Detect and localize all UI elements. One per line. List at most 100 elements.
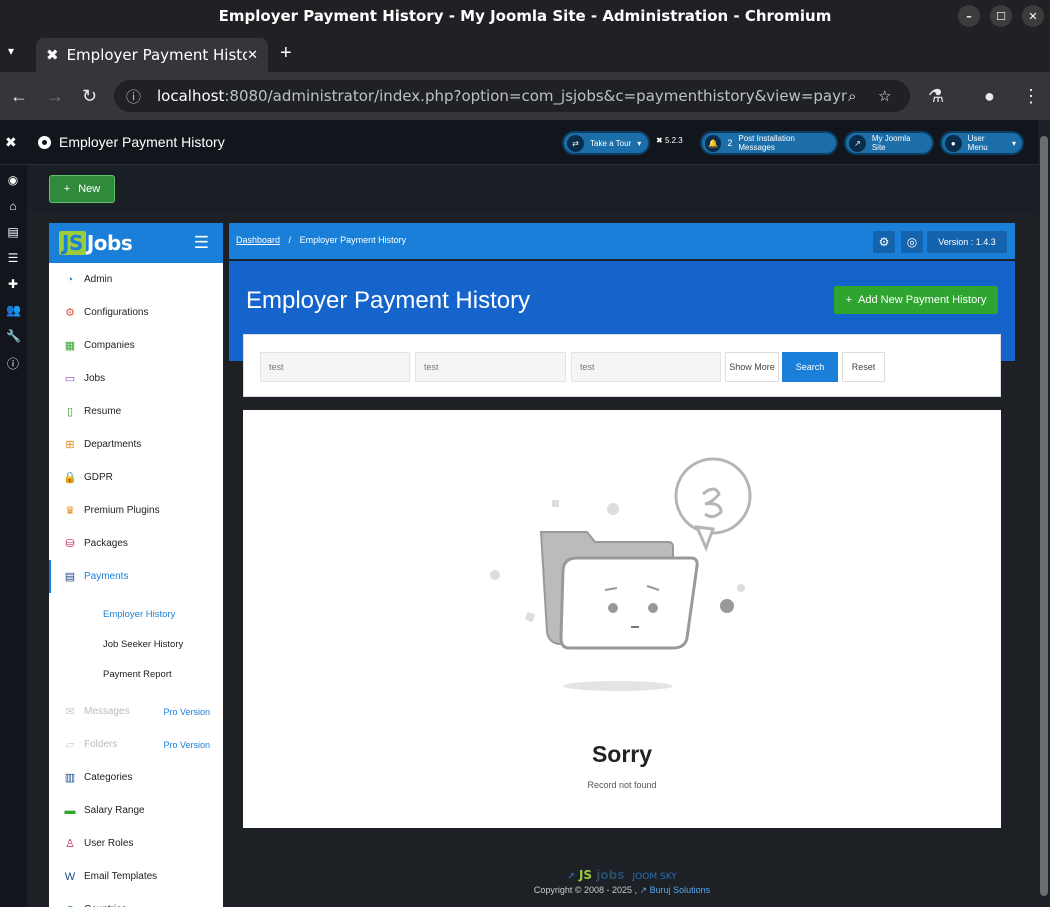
joomsky-logo[interactable]: JOOM SKY (633, 872, 677, 882)
users-icon[interactable]: 👥 (6, 303, 21, 317)
empty-state-message: Record not found (587, 780, 657, 790)
sidebar-item-label: Packages (84, 538, 128, 549)
sidebar-item-admin[interactable]: ◔ Admin (49, 263, 223, 296)
toolbar: + New (27, 165, 1038, 212)
jsjobs-logo[interactable]: JS Jobs (59, 231, 133, 255)
sidebar-item-salary-range[interactable]: ▬ Salary Range (49, 794, 223, 827)
sidebar-item-resume[interactable]: ▯ Resume (49, 395, 223, 428)
url-host: localhost (157, 87, 225, 105)
page-title: Employer Payment History (38, 134, 225, 150)
forward-icon[interactable]: → (46, 86, 64, 107)
site-info-icon[interactable]: ⓘ (126, 86, 141, 107)
sidebar-item-label: Resume (84, 406, 122, 417)
footer-logo[interactable]: ↗ JS jobs JOOM SKY (229, 868, 1015, 882)
new-button[interactable]: + New (49, 175, 115, 203)
settings-gear-icon[interactable]: ⚙ (873, 231, 895, 253)
help-lifebuoy-icon[interactable]: ◎ (901, 231, 923, 253)
maximize-button[interactable]: ☐ (990, 5, 1012, 27)
sidebar-item-messages[interactable]: ✉ Messages Pro Version (49, 695, 223, 728)
pro-version-link[interactable]: Pro Version (163, 740, 210, 750)
sidebar-item-label: Email Templates (84, 871, 158, 882)
back-icon[interactable]: ← (10, 86, 28, 107)
plus-icon: + (845, 294, 853, 306)
tab-close-icon[interactable]: ✕ (247, 48, 258, 63)
components-icon[interactable]: ✚ (6, 277, 20, 291)
url-field[interactable]: ⓘ localhost:8080/administrator/index.php… (114, 80, 910, 112)
page-scrollbar[interactable] (1038, 120, 1050, 907)
scrollbar-thumb[interactable] (1040, 136, 1048, 896)
dashboard-icon: ◔ (66, 273, 74, 286)
reload-icon[interactable]: ↻ (82, 86, 97, 107)
reset-button[interactable]: Reset (842, 352, 885, 382)
sidebar-item-label: Jobs (84, 373, 106, 384)
pro-version-link[interactable]: Pro Version (163, 707, 210, 717)
browser-menu-icon[interactable]: ⋮ (1022, 86, 1040, 107)
window-title: Employer Payment History - My Joomla Sit… (218, 7, 832, 25)
labs-flask-icon[interactable]: ⚗ (928, 86, 944, 107)
address-bar: ← → ↻ ⓘ localhost:8080/administrator/ind… (0, 72, 1050, 120)
url-path: :8080/administrator/index.php?option=com… (224, 87, 847, 105)
user-menu-button[interactable]: ● User Menu ▾ (940, 131, 1024, 155)
resume-icon: ▯ (66, 406, 74, 418)
categories-icon: ▥ (64, 772, 76, 784)
toggle-menu-icon[interactable]: ◉ (6, 173, 20, 187)
sidebar-item-payments[interactable]: ▤ Payments (49, 560, 223, 593)
take-tour-button[interactable]: ⇄ Take a Tour ▾ (562, 131, 650, 155)
empty-folder-illustration (490, 457, 752, 691)
folder-icon: ▱ (65, 739, 75, 751)
sidebar-subitem-payment-report[interactable]: Payment Report (49, 659, 223, 689)
minimize-button[interactable]: – (958, 5, 980, 27)
sidebar-item-countries[interactable]: ◍Countries (49, 893, 223, 907)
add-new-payment-history-button[interactable]: + Add New Payment History (834, 286, 998, 314)
sidebar-item-companies[interactable]: ▦ Companies (49, 329, 223, 362)
sidebar-item-departments[interactable]: ⊞ Departments (49, 428, 223, 461)
zoom-icon[interactable]: ⌕ (848, 87, 856, 105)
system-wrench-icon[interactable]: 🔧 (6, 329, 21, 343)
building-icon: ▦ (64, 340, 76, 352)
hamburger-menu-icon[interactable]: ☰ (194, 233, 209, 253)
show-more-button[interactable]: Show More (725, 352, 779, 382)
sidebar-item-gdpr[interactable]: 🔒 GDPR (49, 461, 223, 494)
sidebar-item-folders[interactable]: ▱ Folders Pro Version (49, 728, 223, 761)
user-roles-icon: ♙ (65, 838, 75, 850)
home-icon[interactable]: ⌂ (6, 199, 20, 213)
sidebar-item-user-roles[interactable]: ♙ User Roles (49, 827, 223, 860)
sidebar-item-categories[interactable]: ▥ Categories (49, 761, 223, 794)
profile-icon[interactable]: ● (984, 86, 995, 107)
footer: ↗ JS jobs JOOM SKY Copyright © 2008 - 20… (229, 868, 1015, 896)
help-info-icon[interactable]: ⓘ (6, 355, 20, 372)
filter-input-3[interactable]: test (571, 352, 721, 382)
filter-input-2[interactable]: test (415, 352, 566, 382)
sidebar-item-label: GDPR (84, 472, 113, 483)
close-window-button[interactable]: ✕ (1022, 5, 1044, 27)
tab-bar: ▾ ✖ Employer Payment History - My Joomla… (0, 32, 1050, 72)
content-icon[interactable]: ▤ (6, 225, 20, 239)
post-installation-messages-button[interactable]: 🔔 2 Post Installation Messages (700, 131, 838, 155)
breadcrumb-dashboard-link[interactable]: Dashboard (236, 235, 280, 245)
menus-icon[interactable]: ☰ (6, 251, 20, 265)
browser-tab[interactable]: ✖ Employer Payment History - My Joomla S… (36, 38, 268, 72)
buruj-solutions-link[interactable]: ↗ Buruj Solutions (640, 885, 711, 895)
sidebar-item-jobs[interactable]: ▭ Jobs (49, 362, 223, 395)
mail-icon: ✉ (65, 706, 75, 718)
new-tab-icon[interactable]: + (280, 42, 292, 65)
sidebar-subitem-job-seeker-history[interactable]: Job Seeker History (49, 629, 223, 659)
page-title-icon (38, 135, 51, 149)
my-joomla-site-button[interactable]: ↗ My Joomla Site (844, 131, 934, 155)
sidebar-item-configurations[interactable]: ⚙ Configurations (49, 296, 223, 329)
bookmark-star-icon[interactable]: ☆ (878, 87, 891, 105)
filter-input-1[interactable]: test (260, 352, 410, 382)
briefcase-icon: ▭ (64, 373, 76, 385)
sidebar-item-email-templates[interactable]: W Email Templates (49, 860, 223, 893)
payments-icon: ▤ (64, 571, 76, 583)
sidebar-subitem-employer-history[interactable]: Employer History (49, 599, 223, 629)
sidebar-item-packages[interactable]: ⛁ Packages (49, 527, 223, 560)
sidebar-item-label: Salary Range (84, 805, 145, 816)
joomla-logo-icon[interactable]: ✖ (5, 134, 17, 151)
tab-search-chevron-icon[interactable]: ▾ (8, 44, 14, 58)
sidebar-item-premium-plugins[interactable]: ♛ Premium Plugins (49, 494, 223, 527)
chevron-down-icon: ▾ (637, 138, 642, 148)
search-button[interactable]: Search (782, 352, 838, 382)
user-icon: ● (945, 134, 962, 152)
external-link-icon: ↗ (849, 134, 866, 152)
